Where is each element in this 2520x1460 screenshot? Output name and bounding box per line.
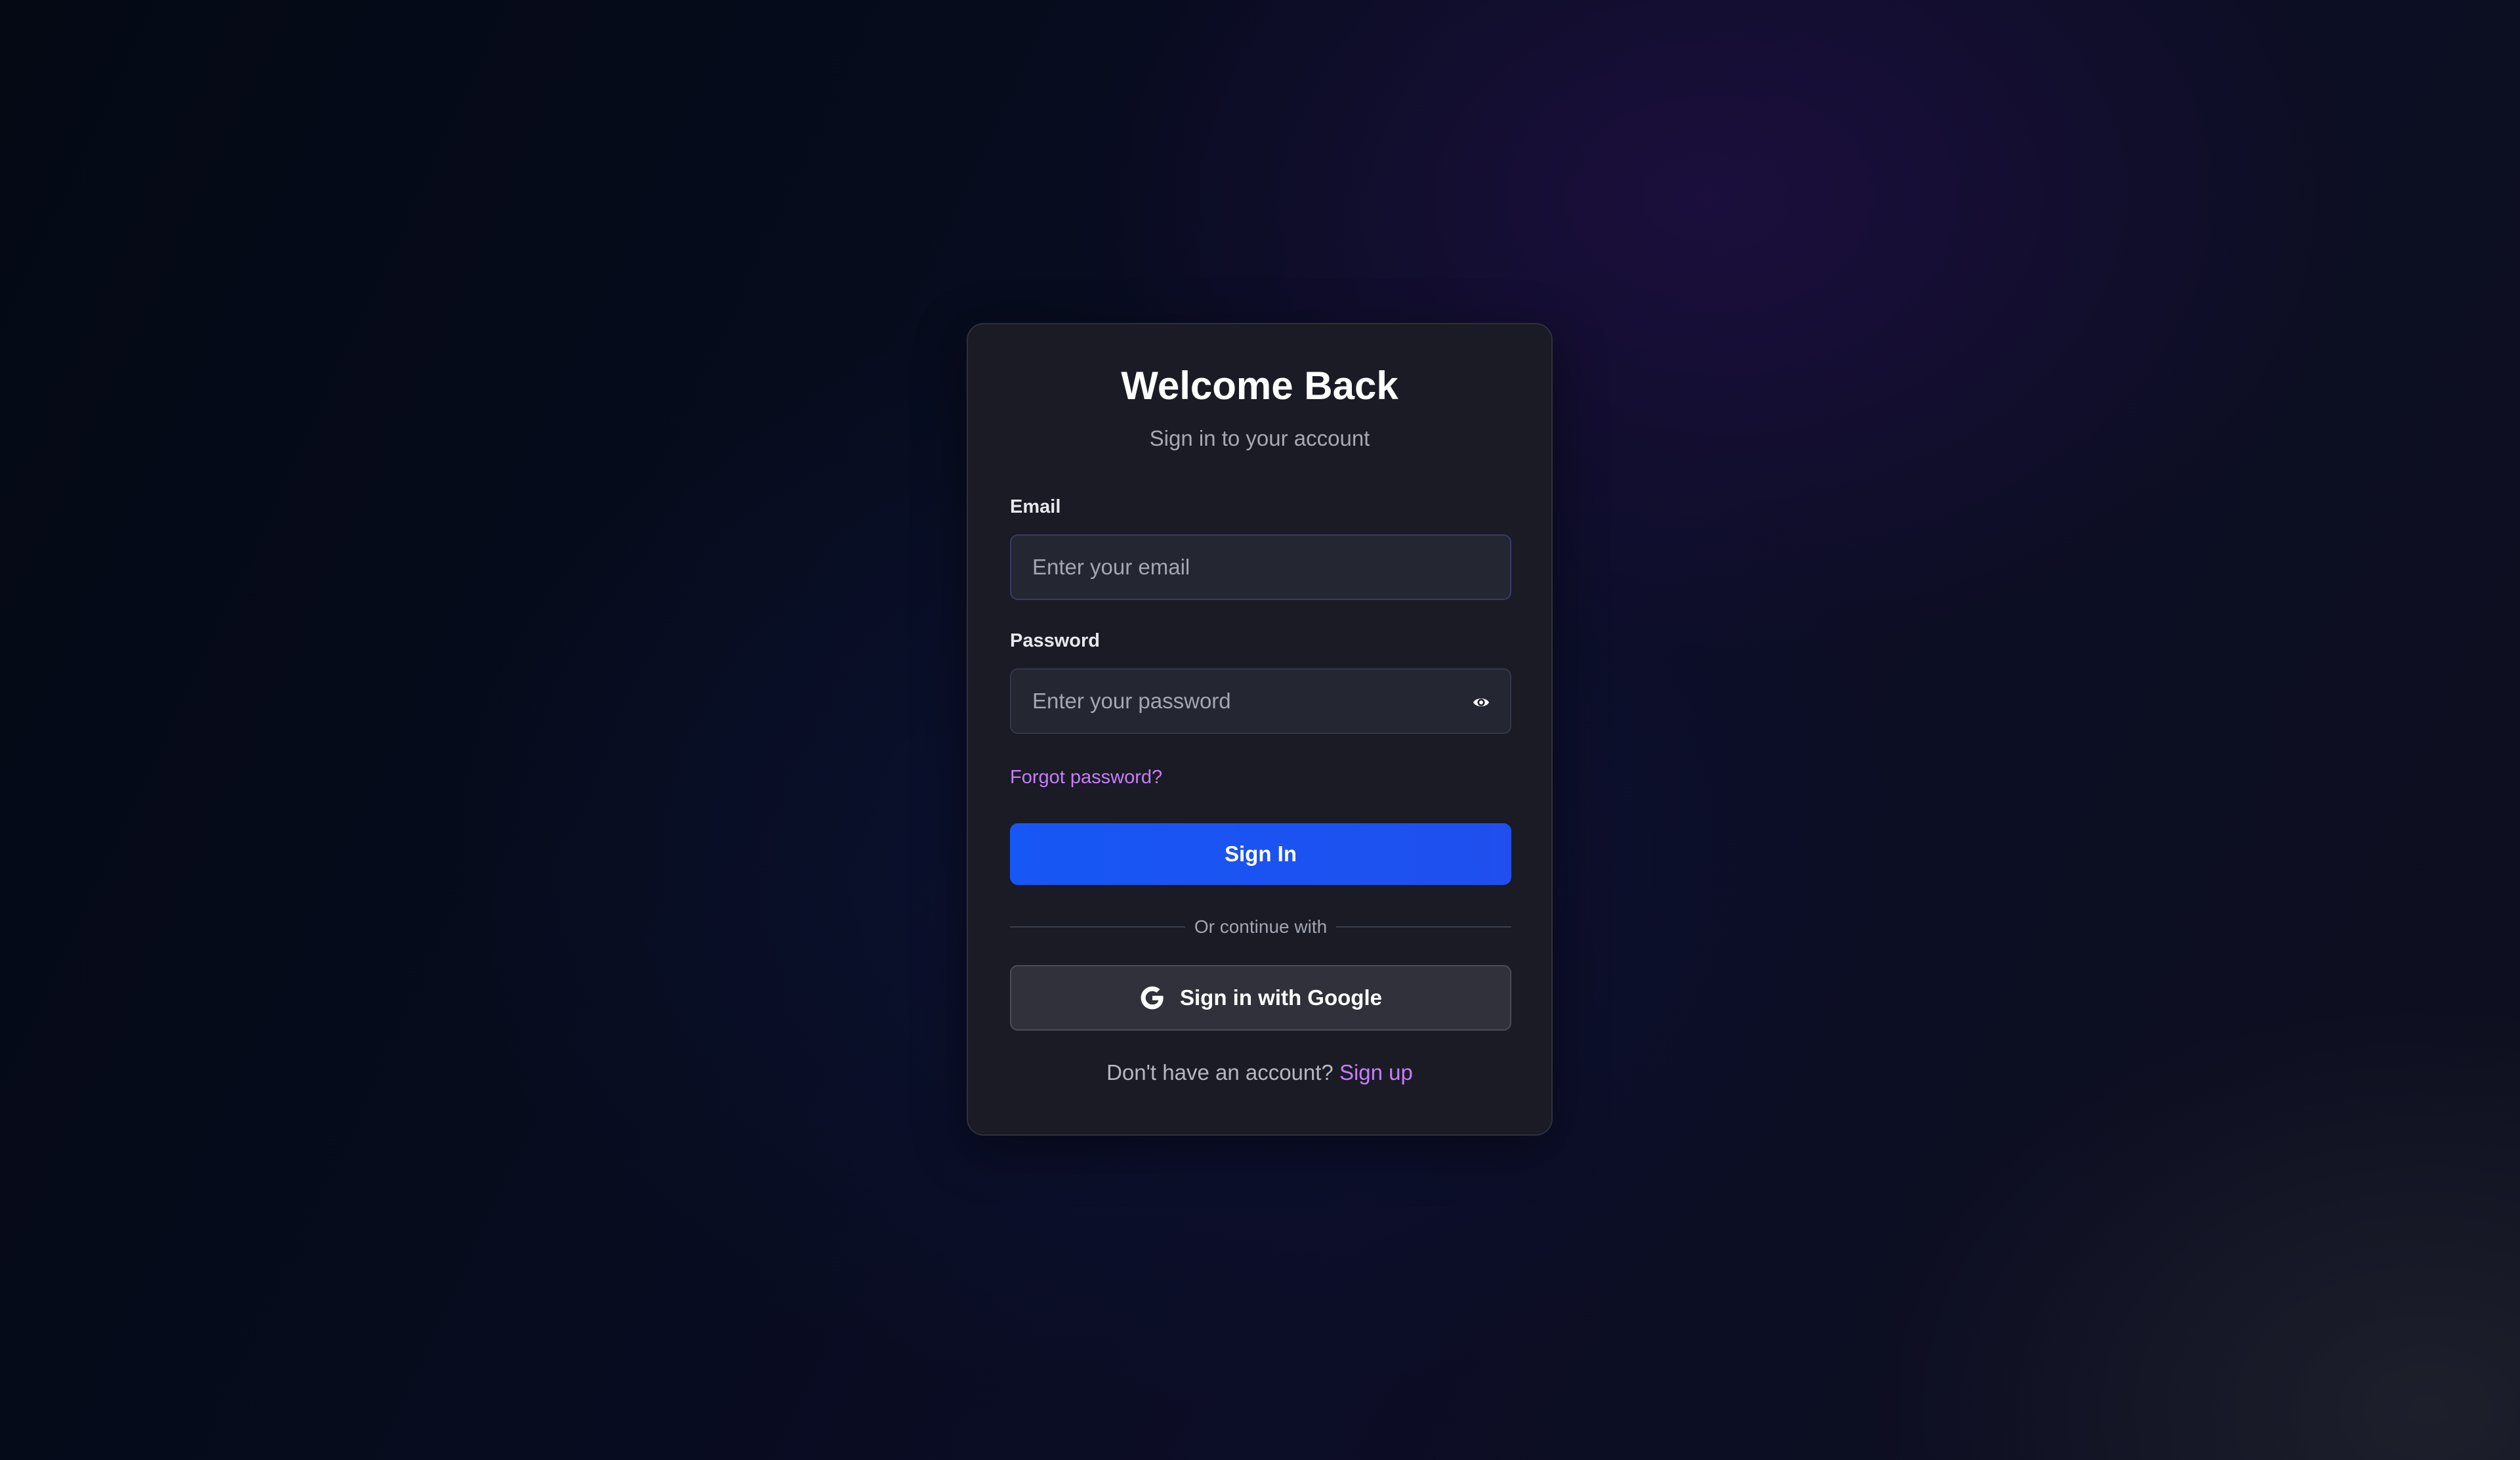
forgot-password-link[interactable]: Forgot password? (1010, 765, 1162, 789)
divider: Or continue with (1010, 914, 1512, 940)
divider-text: Or continue with (1194, 916, 1328, 937)
google-sign-in-button[interactable]: Sign in with Google (1010, 965, 1511, 1031)
divider-line-left (1010, 926, 1185, 928)
page-subtitle: Sign in to your account (1149, 426, 1370, 450)
page-title: Welcome Back (1121, 364, 1398, 408)
password-field[interactable] (1011, 670, 1510, 733)
google-icon (1139, 985, 1166, 1011)
email-field-container (1010, 534, 1511, 600)
login-card: Welcome Back Sign in to your account Ema… (967, 323, 1553, 1136)
email-field[interactable] (1011, 536, 1510, 599)
password-field-container (1010, 668, 1511, 734)
google-button-label: Sign in with Google (1180, 985, 1382, 1010)
sign-in-button[interactable]: Sign In (1010, 823, 1511, 885)
signup-row: Don't have an account? Sign up (968, 1058, 1551, 1087)
eye-icon[interactable] (1468, 689, 1494, 716)
sign-up-link[interactable]: Sign up (1339, 1060, 1413, 1084)
divider-line-right (1336, 926, 1512, 928)
signup-prompt: Don't have an account? (1106, 1060, 1334, 1084)
password-label: Password (1010, 630, 1100, 651)
email-label: Email (1010, 496, 1061, 517)
